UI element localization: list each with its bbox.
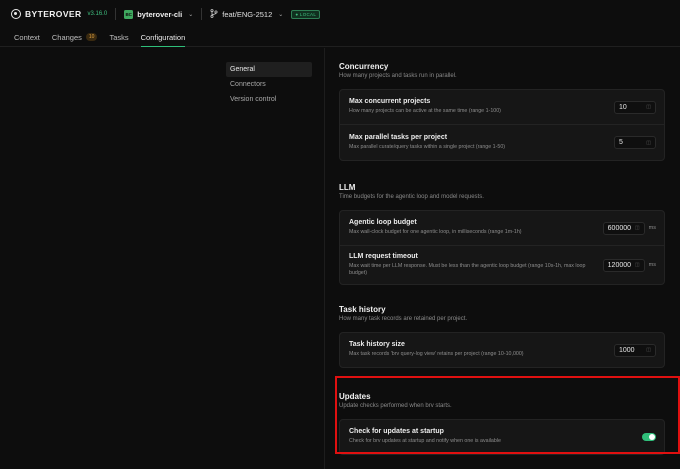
tab-tasks[interactable]: Tasks xyxy=(109,28,128,46)
setting-label: Agentic loop budget xyxy=(349,219,417,227)
app-name: BYTEROVER xyxy=(25,9,82,19)
settings-card: Agentic loop budget Max wall-clock budge… xyxy=(339,210,665,285)
input-value: 5 xyxy=(619,139,623,146)
setting-row-max-parallel-tasks: Max parallel tasks per project Max paral… xyxy=(340,125,664,160)
setting-description: Max wait time per LLM response. Must be … xyxy=(349,262,586,276)
stepper-icon[interactable]: ◫ xyxy=(635,225,640,231)
main-tabs: Context Changes 10 Tasks Configuration xyxy=(0,28,680,47)
nav-item-general[interactable]: General xyxy=(226,62,312,77)
setting-label: Max parallel tasks per project xyxy=(349,133,448,141)
check-updates-toggle[interactable] xyxy=(642,433,656,441)
setting-row-task-history-size: Task history size Max task records 'brv … xyxy=(340,333,664,367)
project-avatar: BC xyxy=(124,9,134,19)
tab-label: Changes xyxy=(51,32,82,42)
input-value: 1000 xyxy=(619,346,635,354)
setting-description: Max task records 'brv query-log view' re… xyxy=(349,351,524,358)
toggle-knob xyxy=(649,434,655,440)
setting-description: Max parallel curate/query tasks within a… xyxy=(349,143,506,150)
setting-description: Max wall-clock budget for one agentic lo… xyxy=(349,229,522,236)
panel-divider xyxy=(324,48,325,469)
agentic-loop-budget-input[interactable]: 600000 ◫ xyxy=(602,221,645,235)
byterover-logo-icon xyxy=(11,9,21,19)
setting-row-max-concurrent-projects: Max concurrent projects How many project… xyxy=(340,90,664,125)
branch-name: feat/ENG-2512 xyxy=(222,9,273,19)
chevron-down-icon: ⌄ xyxy=(278,11,284,18)
tab-context[interactable]: Context xyxy=(14,28,40,46)
max-parallel-tasks-input[interactable]: 5 ◫ xyxy=(614,136,656,149)
section-title: Updates xyxy=(339,392,371,401)
branch-selector[interactable]: feat/ENG-2512 ⌄ xyxy=(210,8,284,20)
section-subtitle: Time budgets for the agentic loop and mo… xyxy=(339,194,484,200)
max-concurrent-projects-input[interactable]: 10 ◫ xyxy=(614,100,656,114)
stepper-icon[interactable]: ◫ xyxy=(635,262,640,268)
stepper-icon[interactable]: ◫ xyxy=(646,347,651,353)
settings-card: Max concurrent projects How many project… xyxy=(339,89,665,161)
setting-label: Max concurrent projects xyxy=(349,98,431,106)
section-title: Concurrency xyxy=(339,62,389,71)
git-branch-icon xyxy=(210,8,218,20)
section-title: Task history xyxy=(339,305,386,314)
section-concurrency: Concurrency How many projects and tasks … xyxy=(339,62,665,161)
settings-content: Concurrency How many projects and tasks … xyxy=(339,62,665,455)
project-name: byterover-cli xyxy=(137,9,183,19)
settings-nav: General Connectors Version control xyxy=(226,62,312,107)
settings-card: Task history size Max task records 'brv … xyxy=(339,332,665,368)
tab-configuration[interactable]: Configuration xyxy=(140,28,186,47)
app-version: v3.16.0 xyxy=(87,11,108,17)
nav-item-version-control[interactable]: Version control xyxy=(226,92,312,107)
tab-changes[interactable]: Changes 10 xyxy=(52,28,98,46)
tab-label: Context xyxy=(14,32,40,42)
topbar-divider xyxy=(201,8,203,20)
setting-label: LLM request timeout xyxy=(349,252,418,260)
project-selector[interactable]: BC byterover-cli ⌄ xyxy=(124,9,194,19)
local-status-badge: ● LOCAL xyxy=(291,9,321,19)
section-title: LLM xyxy=(339,183,356,192)
app-logo: BYTEROVER v3.16.0 xyxy=(11,9,107,19)
section-task-history: Task history How many task records are r… xyxy=(339,305,665,368)
setting-row-agentic-loop-budget: Agentic loop budget Max wall-clock budge… xyxy=(340,211,664,246)
input-value: 600000 xyxy=(607,224,632,232)
tab-label: Tasks xyxy=(109,32,129,42)
stepper-icon[interactable]: ◫ xyxy=(646,104,651,110)
stepper-icon[interactable]: ◫ xyxy=(646,140,651,146)
unit-label: ms xyxy=(648,262,656,268)
setting-description: Check for brv updates at startup and not… xyxy=(349,438,501,445)
input-value: 10 xyxy=(619,103,627,111)
section-llm: LLM Time budgets for the agentic loop an… xyxy=(339,183,665,285)
section-updates: Updates Update checks performed when brv… xyxy=(339,392,665,455)
unit-label: ms xyxy=(648,225,656,231)
configuration-panel: General Connectors Version control Concu… xyxy=(0,48,680,469)
top-bar: BYTEROVER v3.16.0 BC byterover-cli ⌄ fea… xyxy=(0,0,680,28)
tab-label: Configuration xyxy=(140,32,186,42)
task-history-size-input[interactable]: 1000 ◫ xyxy=(614,343,656,357)
setting-row-check-updates: Check for updates at startup Check for b… xyxy=(340,420,664,454)
section-subtitle: How many task records are retained per p… xyxy=(339,316,468,322)
chevron-down-icon: ⌄ xyxy=(188,11,194,18)
topbar-divider xyxy=(115,8,117,20)
setting-row-llm-request-timeout: LLM request timeout Max wait time per LL… xyxy=(340,246,664,284)
setting-description: How many projects can be active at the s… xyxy=(349,108,501,115)
setting-label: Task history size xyxy=(349,341,405,349)
section-subtitle: How many projects and tasks run in paral… xyxy=(339,73,457,79)
nav-item-connectors[interactable]: Connectors xyxy=(226,77,312,92)
settings-card: Check for updates at startup Check for b… xyxy=(339,419,665,455)
changes-count-badge: 10 xyxy=(85,33,98,41)
input-value: 120000 xyxy=(607,261,632,269)
local-badge-label: LOCAL xyxy=(299,11,317,17)
setting-label: Check for updates at startup xyxy=(349,428,444,436)
section-subtitle: Update checks performed when brv starts. xyxy=(339,403,452,409)
llm-request-timeout-input[interactable]: 120000 ◫ xyxy=(602,258,645,272)
